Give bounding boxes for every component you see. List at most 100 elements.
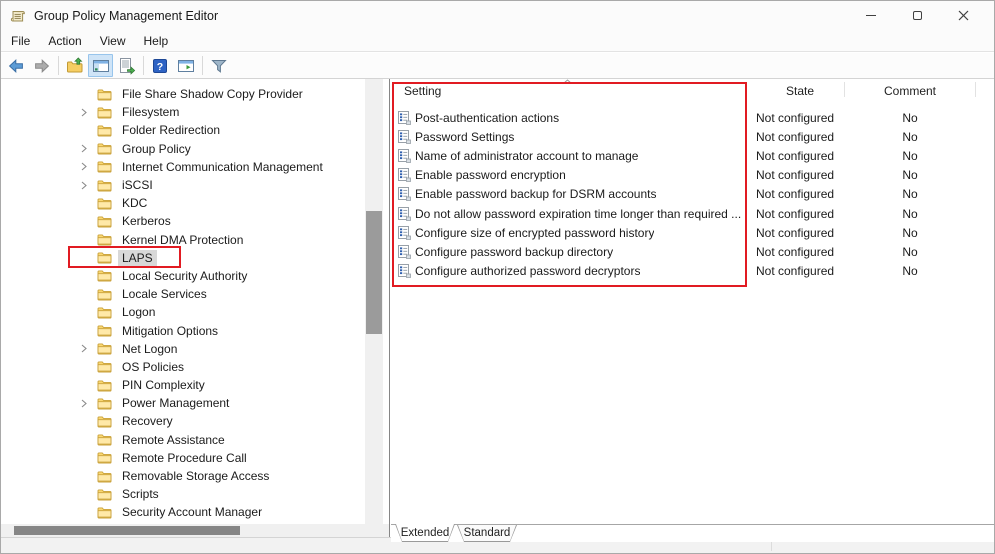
tab-extended[interactable]: Extended — [395, 524, 455, 542]
setting-state: Not configured — [755, 207, 845, 221]
setting-row-name-of-administrator-account-to-manage[interactable]: Name of administrator account to manageN… — [391, 146, 994, 165]
tree-item-locale-services[interactable]: Locale Services — [1, 285, 365, 303]
tree-item-scripts[interactable]: Scripts — [1, 485, 365, 503]
up-one-level-button[interactable] — [62, 54, 87, 77]
setting-row-enable-password-backup-for-dsrm-accounts[interactable]: Enable password backup for DSRM accounts… — [391, 185, 994, 204]
folder-icon — [97, 215, 112, 228]
tree-item-iscsi[interactable]: iSCSI — [1, 176, 365, 194]
list-header: Setting State Comment — [391, 79, 994, 101]
tree-item-label: iSCSI — [118, 177, 157, 193]
tree-item-label: Local Security Authority — [118, 268, 251, 284]
menu-file[interactable]: File — [2, 32, 39, 50]
expand-chevron-icon[interactable] — [81, 143, 97, 155]
setting-row-enable-password-encryption[interactable]: Enable password encryptionNot configured… — [391, 166, 994, 185]
column-header-comment[interactable]: Comment — [845, 84, 975, 98]
console-tree-icon — [92, 57, 110, 75]
menu-view[interactable]: View — [91, 32, 135, 50]
tree-item-power-management[interactable]: Power Management — [1, 394, 365, 412]
gpo-scroll-icon — [10, 8, 26, 24]
setting-state: Not configured — [755, 168, 845, 182]
tree-item-logon[interactable]: Logon — [1, 303, 365, 321]
vertical-scrollbar-thumb[interactable] — [366, 211, 382, 334]
tree-item-label: Remote Assistance — [118, 432, 229, 448]
back-button[interactable] — [3, 54, 28, 77]
settings-list: Post-authentication actionsNot configure… — [391, 108, 994, 281]
maximize-button[interactable] — [894, 1, 940, 30]
column-header-state[interactable]: State — [755, 84, 845, 98]
chevron-placeholder — [81, 306, 97, 318]
maximize-icon — [913, 11, 922, 20]
chevron-placeholder — [81, 488, 97, 500]
tree-item-removable-storage-access[interactable]: Removable Storage Access — [1, 467, 365, 485]
filter-button[interactable] — [206, 54, 231, 77]
tree-item-remote-procedure-call[interactable]: Remote Procedure Call — [1, 449, 365, 467]
show-action-pane-button[interactable] — [173, 54, 198, 77]
setting-name: Configure size of encrypted password his… — [415, 226, 654, 240]
expand-chevron-icon[interactable] — [81, 161, 97, 173]
horizontal-scrollbar-thumb[interactable] — [14, 526, 240, 535]
setting-row-do-not-allow-password-expiration-time-lo[interactable]: Do not allow password expiration time lo… — [391, 204, 994, 223]
tree-item-net-logon[interactable]: Net Logon — [1, 340, 365, 358]
tree-item-security-account-manager[interactable]: Security Account Manager — [1, 503, 365, 521]
tree-item-internet-communication-management[interactable]: Internet Communication Management — [1, 158, 365, 176]
tree-item-label: File Share Shadow Copy Provider — [118, 86, 307, 102]
setting-row-configure-size-of-encrypted-password-his[interactable]: Configure size of encrypted password his… — [391, 223, 994, 242]
tree-item-recovery[interactable]: Recovery — [1, 412, 365, 430]
tree-item-remote-assistance[interactable]: Remote Assistance — [1, 431, 365, 449]
tree-item-os-policies[interactable]: OS Policies — [1, 358, 365, 376]
folder-icon — [97, 470, 112, 483]
setting-name: Do not allow password expiration time lo… — [415, 207, 741, 221]
tree-item-filesystem[interactable]: Filesystem — [1, 103, 365, 121]
sort-ascending-icon — [563, 79, 572, 84]
tab-label: Standard — [458, 525, 516, 541]
setting-comment: No — [845, 245, 975, 259]
folder-icon — [97, 397, 112, 410]
setting-name: Configure password backup directory — [415, 245, 613, 259]
group-policy-editor-window: Group Policy Management Editor FileActio… — [0, 0, 995, 554]
tree-item-laps[interactable]: LAPS — [1, 249, 365, 267]
column-separator[interactable] — [975, 82, 976, 97]
show-console-tree-button[interactable] — [88, 54, 113, 77]
tree-item-mitigation-options[interactable]: Mitigation Options — [1, 321, 365, 339]
column-separator[interactable] — [844, 82, 845, 97]
chevron-placeholder — [81, 452, 97, 464]
folder-icon — [97, 360, 112, 373]
tree-vertical-scrollbar[interactable] — [365, 79, 383, 524]
tree-item-pin-complexity[interactable]: PIN Complexity — [1, 376, 365, 394]
minimize-button[interactable] — [848, 1, 894, 30]
tree-item-local-security-authority[interactable]: Local Security Authority — [1, 267, 365, 285]
expand-chevron-icon[interactable] — [81, 343, 97, 355]
forward-button[interactable] — [29, 54, 54, 77]
tree-item-folder-redirection[interactable]: Folder Redirection — [1, 121, 365, 139]
setting-state: Not configured — [755, 264, 845, 278]
expand-chevron-icon[interactable] — [81, 106, 97, 118]
help-icon: ? — [151, 57, 169, 75]
tree-item-kerberos[interactable]: Kerberos — [1, 212, 365, 230]
close-button[interactable] — [940, 1, 986, 30]
policy-setting-icon — [397, 187, 411, 201]
export-list-button[interactable] — [114, 54, 139, 77]
folder-icon — [97, 251, 112, 264]
tree-item-label: Folder Redirection — [118, 122, 224, 138]
column-header-setting[interactable]: Setting — [404, 84, 441, 98]
expand-chevron-icon[interactable] — [81, 397, 97, 409]
setting-row-password-settings[interactable]: Password SettingsNot configuredNo — [391, 127, 994, 146]
setting-comment: No — [845, 168, 975, 182]
tree-item-group-policy[interactable]: Group Policy — [1, 140, 365, 158]
forward-arrow-icon — [33, 57, 51, 75]
setting-row-post-authentication-actions[interactable]: Post-authentication actionsNot configure… — [391, 108, 994, 127]
tree-item-kernel-dma-protection[interactable]: Kernel DMA Protection — [1, 231, 365, 249]
tab-standard[interactable]: Standard — [457, 525, 517, 542]
menu-action[interactable]: Action — [39, 32, 90, 50]
tree-item-file-share-shadow-copy-provider[interactable]: File Share Shadow Copy Provider — [1, 85, 365, 103]
help-button[interactable]: ? — [147, 54, 172, 77]
setting-row-configure-password-backup-directory[interactable]: Configure password backup directoryNot c… — [391, 242, 994, 261]
menu-help[interactable]: Help — [135, 32, 178, 50]
tree-item-label: LAPS — [118, 250, 157, 266]
expand-chevron-icon[interactable] — [81, 179, 97, 191]
folder-icon — [97, 233, 112, 246]
tree-horizontal-scrollbar[interactable] — [1, 524, 389, 537]
folder-icon — [97, 160, 112, 173]
tree-item-kdc[interactable]: KDC — [1, 194, 365, 212]
setting-row-configure-authorized-password-decryptors[interactable]: Configure authorized password decryptors… — [391, 262, 994, 281]
